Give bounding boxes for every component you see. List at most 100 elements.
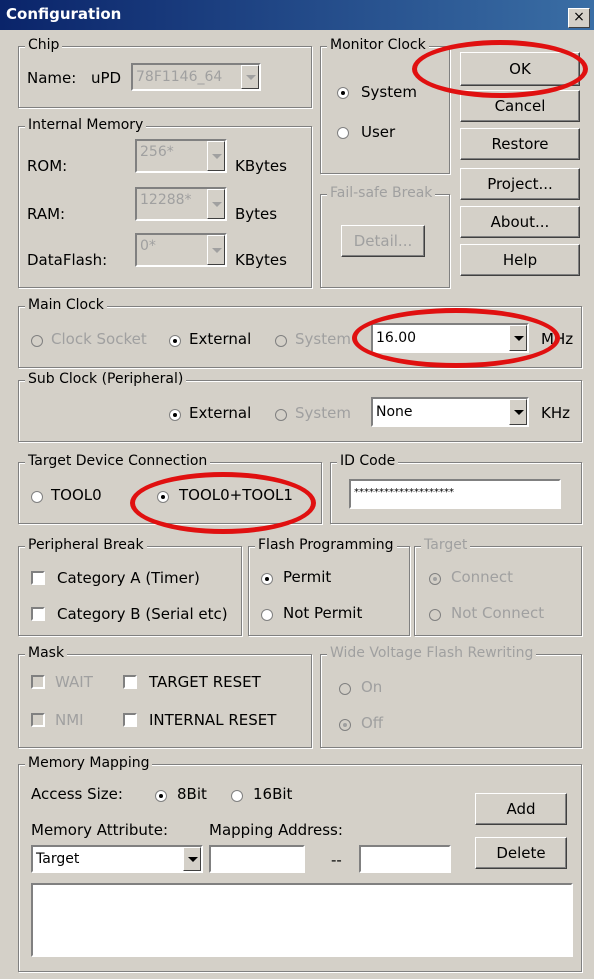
memory-attribute-combo[interactable]: Target: [31, 845, 203, 873]
sub-external-radio[interactable]: [169, 409, 181, 421]
main-clock-combo[interactable]: 16.00: [371, 323, 529, 353]
dataflash-dropdown-arrow-icon: [207, 235, 225, 265]
main-system-label: System: [295, 330, 351, 348]
configuration-dialog: Configuration × Chip Name: uPD 78F1146_6…: [0, 0, 594, 979]
monitor-clock-legend: Monitor Clock: [327, 37, 429, 53]
memory-attribute-label: Memory Attribute:: [31, 821, 169, 839]
dataflash-unit: KBytes: [235, 251, 287, 269]
memory-attribute-value: Target: [36, 851, 80, 867]
memory-mapping-legend: Memory Mapping: [25, 755, 153, 771]
detail-button[interactable]: Detail...: [341, 225, 425, 257]
main-external-radio[interactable]: [169, 335, 181, 347]
title-bar: Configuration ×: [0, 0, 594, 30]
memory-attribute-dropdown-arrow-icon[interactable]: [183, 847, 201, 871]
16bit-label: 16Bit: [253, 785, 293, 803]
sub-clock-combo[interactable]: None: [371, 397, 529, 427]
permit-radio[interactable]: [261, 573, 273, 585]
tool0-tool1-label: TOOL0+TOOL1: [179, 486, 293, 504]
target-group: Target Connect Not Connect: [414, 537, 582, 636]
sub-system-radio[interactable]: [275, 409, 287, 421]
main-external-label: External: [189, 330, 252, 348]
chip-name-label: Name:: [27, 69, 77, 87]
category-a-label: Category A (Timer): [57, 569, 200, 587]
close-button[interactable]: ×: [568, 8, 590, 28]
sub-clock-unit: KHz: [541, 404, 570, 422]
mapping-address-end-input[interactable]: [359, 845, 451, 873]
internal-memory-group: Internal Memory ROM: 256* KBytes RAM: 12…: [18, 117, 312, 288]
dataflash-combo: 0*: [135, 233, 227, 267]
sub-clock-dropdown-arrow-icon[interactable]: [509, 399, 527, 425]
cancel-button[interactable]: Cancel: [460, 90, 580, 122]
project-button[interactable]: Project...: [460, 168, 580, 200]
main-clock-dropdown-arrow-icon[interactable]: [509, 325, 527, 351]
permit-label: Permit: [283, 568, 332, 586]
rom-label: ROM:: [27, 157, 68, 175]
memory-mapping-list[interactable]: [31, 883, 573, 957]
tool0-radio[interactable]: [31, 491, 43, 503]
off-label: Off: [361, 714, 384, 732]
on-radio[interactable]: [339, 683, 351, 695]
ram-label: RAM:: [27, 205, 66, 223]
sub-clock-legend: Sub Clock (Peripheral): [25, 371, 187, 387]
help-button[interactable]: Help: [460, 244, 580, 276]
mapping-address-start-input[interactable]: [209, 845, 305, 873]
internal-reset-label: INTERNAL RESET: [149, 711, 277, 729]
chip-name-prefix: uPD: [91, 69, 122, 87]
main-clock-group: Main Clock Clock Socket External System …: [18, 297, 582, 368]
ok-button[interactable]: OK: [460, 52, 580, 86]
add-button[interactable]: Add: [475, 793, 567, 825]
chip-dropdown-arrow-icon: [241, 65, 259, 89]
dataflash-label: DataFlash:: [27, 251, 108, 269]
dataflash-value: 0*: [140, 238, 156, 254]
wait-label: WAIT: [55, 673, 93, 691]
sub-clock-value: None: [376, 404, 413, 420]
tool0-tool1-radio[interactable]: [157, 491, 169, 503]
fail-safe-break-group: Fail-safe Break Detail...: [320, 185, 450, 288]
connect-radio[interactable]: [429, 573, 441, 585]
target-connection-legend: Target Device Connection: [25, 453, 211, 469]
main-clock-legend: Main Clock: [25, 297, 107, 313]
off-radio[interactable]: [339, 719, 351, 731]
target-reset-checkbox[interactable]: [123, 675, 137, 689]
rom-unit: KBytes: [235, 157, 287, 175]
main-system-radio[interactable]: [275, 335, 287, 347]
about-button[interactable]: About...: [460, 206, 580, 238]
access-size-label: Access Size:: [31, 785, 123, 803]
restore-button[interactable]: Restore: [460, 128, 580, 160]
internal-reset-checkbox[interactable]: [123, 713, 137, 727]
memory-mapping-group: Memory Mapping Access Size: 8Bit 16Bit M…: [18, 755, 582, 972]
ram-unit: Bytes: [235, 205, 278, 223]
fail-safe-break-legend: Fail-safe Break: [327, 185, 436, 201]
not-permit-label: Not Permit: [283, 604, 363, 622]
monitor-clock-system-radio[interactable]: [337, 87, 349, 99]
chip-name-value: 78F1146_64: [136, 69, 223, 85]
nmi-checkbox[interactable]: [31, 713, 45, 727]
ram-value: 12288*: [140, 192, 192, 208]
16bit-radio[interactable]: [231, 790, 243, 802]
monitor-clock-user-radio[interactable]: [337, 127, 349, 139]
category-b-checkbox[interactable]: [31, 607, 45, 621]
sub-clock-group: Sub Clock (Peripheral) External System N…: [18, 371, 582, 442]
ram-combo: 12288*: [135, 187, 227, 221]
chip-group: Chip Name: uPD 78F1146_64: [18, 37, 312, 108]
category-a-checkbox[interactable]: [31, 571, 45, 585]
mapping-address-label: Mapping Address:: [209, 821, 343, 839]
monitor-clock-system-label: System: [361, 83, 417, 101]
peripheral-break-legend: Peripheral Break: [25, 537, 147, 553]
id-code-input[interactable]: ********************: [349, 479, 561, 509]
delete-button[interactable]: Delete: [475, 837, 567, 869]
clock-socket-label: Clock Socket: [51, 330, 147, 348]
flash-programming-legend: Flash Programming: [255, 537, 397, 553]
rom-dropdown-arrow-icon: [207, 141, 225, 171]
wait-checkbox[interactable]: [31, 675, 45, 689]
clock-socket-radio[interactable]: [31, 335, 43, 347]
not-permit-radio[interactable]: [261, 609, 273, 621]
not-connect-radio[interactable]: [429, 609, 441, 621]
chip-legend: Chip: [25, 37, 63, 53]
8bit-radio[interactable]: [155, 790, 167, 802]
chip-name-combo: 78F1146_64: [131, 63, 261, 91]
mask-group: Mask WAIT TARGET RESET NMI INTERNAL RESE…: [18, 645, 312, 748]
sub-system-label: System: [295, 404, 351, 422]
tool0-label: TOOL0: [51, 486, 102, 504]
mask-legend: Mask: [25, 645, 68, 661]
